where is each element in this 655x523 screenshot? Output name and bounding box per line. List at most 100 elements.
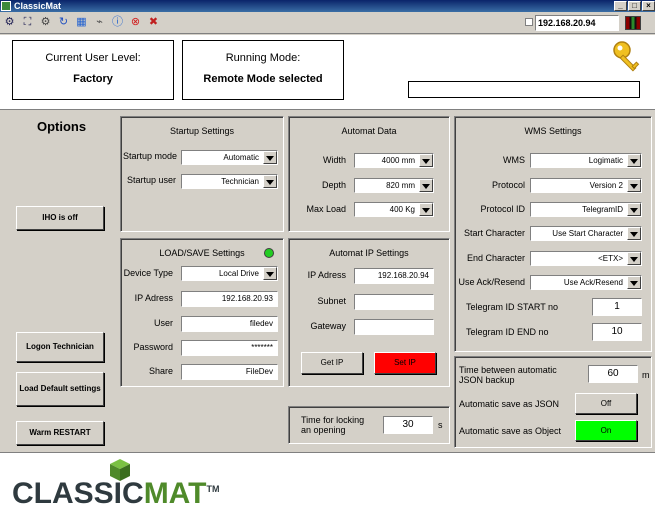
settings-gear-icon[interactable]: ⚙ [39, 16, 52, 29]
depth-value: 820 mm [386, 181, 415, 190]
save-object-toggle[interactable]: On [575, 420, 637, 441]
width-dropdown[interactable]: 4000 mm [354, 153, 434, 168]
wms-dropdown[interactable]: Logimatic [530, 153, 642, 168]
app-icon [1, 1, 11, 11]
load-save-share-field[interactable]: FileDev [181, 364, 278, 380]
telegram-end-label: Telegram ID END no [466, 327, 549, 337]
network-icon[interactable]: ⚙ [3, 16, 16, 29]
json-backup-field[interactable]: 60 [588, 365, 638, 383]
usb-icon[interactable]: ⌁ [93, 16, 106, 29]
wms-value: Logimatic [588, 156, 623, 165]
logo-text-part2: MAT [143, 477, 207, 510]
load-save-settings-panel: LOAD/SAVE Settings Device Type Local Dri… [120, 238, 284, 387]
locking-time-label-line1: Time for locking [301, 415, 365, 425]
end-character-label: End Character [466, 253, 525, 263]
protocol-id-label: Protocol ID [480, 204, 525, 214]
use-ack-resend-label: Use Ack/Resend [458, 277, 525, 287]
startup-user-dropdown[interactable]: Technician [181, 174, 278, 189]
chevron-down-icon[interactable] [627, 227, 641, 240]
startup-mode-value: Automatic [223, 153, 259, 162]
close-button[interactable]: × [642, 1, 655, 11]
startup-mode-dropdown[interactable]: Automatic [181, 150, 278, 165]
wms-settings-panel: WMS Settings WMS Logimatic Protocol Vers… [454, 116, 652, 352]
telegram-end-field[interactable]: 10 [592, 323, 642, 341]
depth-dropdown[interactable]: 820 mm [354, 178, 434, 193]
load-save-settings-title: LOAD/SAVE Settings [159, 248, 245, 258]
json-backup-label-line2: JSON backup [459, 375, 515, 385]
ip-checkbox[interactable] [525, 18, 533, 26]
automat-ip-label: IP Adress [307, 270, 346, 280]
end-character-value: <ETX> [598, 254, 623, 263]
device-type-dropdown[interactable]: Local Drive [181, 266, 278, 281]
device-type-value: Local Drive [218, 269, 259, 278]
subnet-field[interactable] [354, 294, 434, 310]
subnet-label: Subnet [317, 296, 346, 306]
start-character-value: Use Start Character [552, 229, 623, 238]
logo-text-part1: CLASSIC [12, 477, 144, 510]
automat-data-panel: Automat Data Width 4000 mm Depth 820 mm … [288, 116, 450, 232]
locking-time-field[interactable]: 30 [383, 416, 433, 434]
set-ip-button[interactable]: Set IP [374, 352, 436, 374]
options-title: Options [37, 119, 87, 134]
load-save-password-field[interactable]: ******* [181, 340, 278, 356]
start-character-dropdown[interactable]: Use Start Character [530, 226, 642, 241]
user-level-label: Current User Level: [45, 52, 141, 64]
chevron-down-icon[interactable] [419, 154, 433, 167]
get-ip-button[interactable]: Get IP [301, 352, 363, 374]
load-save-share-label: Share [148, 366, 173, 376]
protocol-id-dropdown[interactable]: TelegramID [530, 202, 642, 217]
chevron-down-icon[interactable] [627, 252, 641, 265]
running-mode-value: Remote Mode selected [203, 73, 323, 85]
startup-user-label: Startup user [127, 175, 177, 185]
footer: CLASSICMATTM [0, 452, 655, 523]
refresh-icon[interactable]: ↻ [57, 16, 70, 29]
gateway-label: Gateway [310, 321, 346, 331]
chevron-down-icon[interactable] [263, 267, 277, 280]
automat-ip-settings-panel: Automat IP Settings IP Adress 192.168.20… [288, 238, 450, 387]
locking-time-panel: Time for locking an opening 30 s [288, 406, 450, 444]
width-value: 4000 mm [381, 156, 415, 165]
use-ack-resend-dropdown[interactable]: Use Ack/Resend [530, 275, 642, 290]
telegram-start-label: Telegram ID START no [466, 302, 559, 312]
chevron-down-icon[interactable] [263, 175, 277, 188]
max-load-dropdown[interactable]: 400 Kg [354, 202, 434, 217]
wms-settings-title: WMS Settings [524, 126, 582, 136]
status-led [264, 248, 274, 258]
width-label: Width [322, 155, 346, 165]
key-icon[interactable] [612, 40, 642, 74]
window-title: ClassicMat [14, 1, 62, 11]
locking-time-unit: s [438, 420, 443, 430]
info-icon[interactable]: ⓘ [111, 16, 124, 29]
chevron-down-icon[interactable] [627, 154, 641, 167]
main-area: Options IHO is off Logon Technician Load… [0, 109, 655, 452]
exit-icon[interactable]: ✖ [147, 16, 160, 29]
telegram-start-field[interactable]: 1 [592, 298, 642, 316]
chevron-down-icon[interactable] [627, 276, 641, 289]
chevron-down-icon[interactable] [419, 203, 433, 216]
chevron-down-icon[interactable] [263, 151, 277, 164]
end-character-dropdown[interactable]: <ETX> [530, 251, 642, 266]
logon-technician-button[interactable]: Logon Technician [16, 332, 104, 362]
toolbar-ip-field[interactable]: 192.168.20.94 [535, 15, 619, 31]
warm-restart-button[interactable]: Warm RESTART [16, 421, 104, 445]
locking-time-label-line2: an opening [301, 425, 346, 435]
protocol-dropdown[interactable]: Version 2 [530, 178, 642, 193]
gateway-field[interactable] [354, 319, 434, 335]
chevron-down-icon[interactable] [419, 179, 433, 192]
start-character-label: Start Character [463, 228, 525, 238]
max-load-label: Max Load [306, 204, 346, 214]
device-type-label: Device Type [123, 268, 173, 278]
load-save-user-field[interactable]: filedev [181, 316, 278, 332]
load-default-settings-button[interactable]: Load Default settings [16, 372, 104, 406]
maximize-button[interactable]: □ [628, 1, 641, 11]
fullscreen-icon[interactable]: ⛶ [21, 16, 34, 29]
chevron-down-icon[interactable] [627, 179, 641, 192]
save-json-toggle[interactable]: Off [575, 393, 637, 414]
load-save-ip-field[interactable]: 192.168.20.93 [181, 291, 278, 307]
iho-button[interactable]: IHO is off [16, 206, 104, 230]
automat-ip-field[interactable]: 192.168.20.94 [354, 268, 434, 284]
stop-icon[interactable]: ⊗ [129, 16, 142, 29]
windows-icon[interactable]: ▦ [75, 16, 88, 29]
chevron-down-icon[interactable] [627, 203, 641, 216]
minimize-button[interactable]: _ [614, 1, 627, 11]
